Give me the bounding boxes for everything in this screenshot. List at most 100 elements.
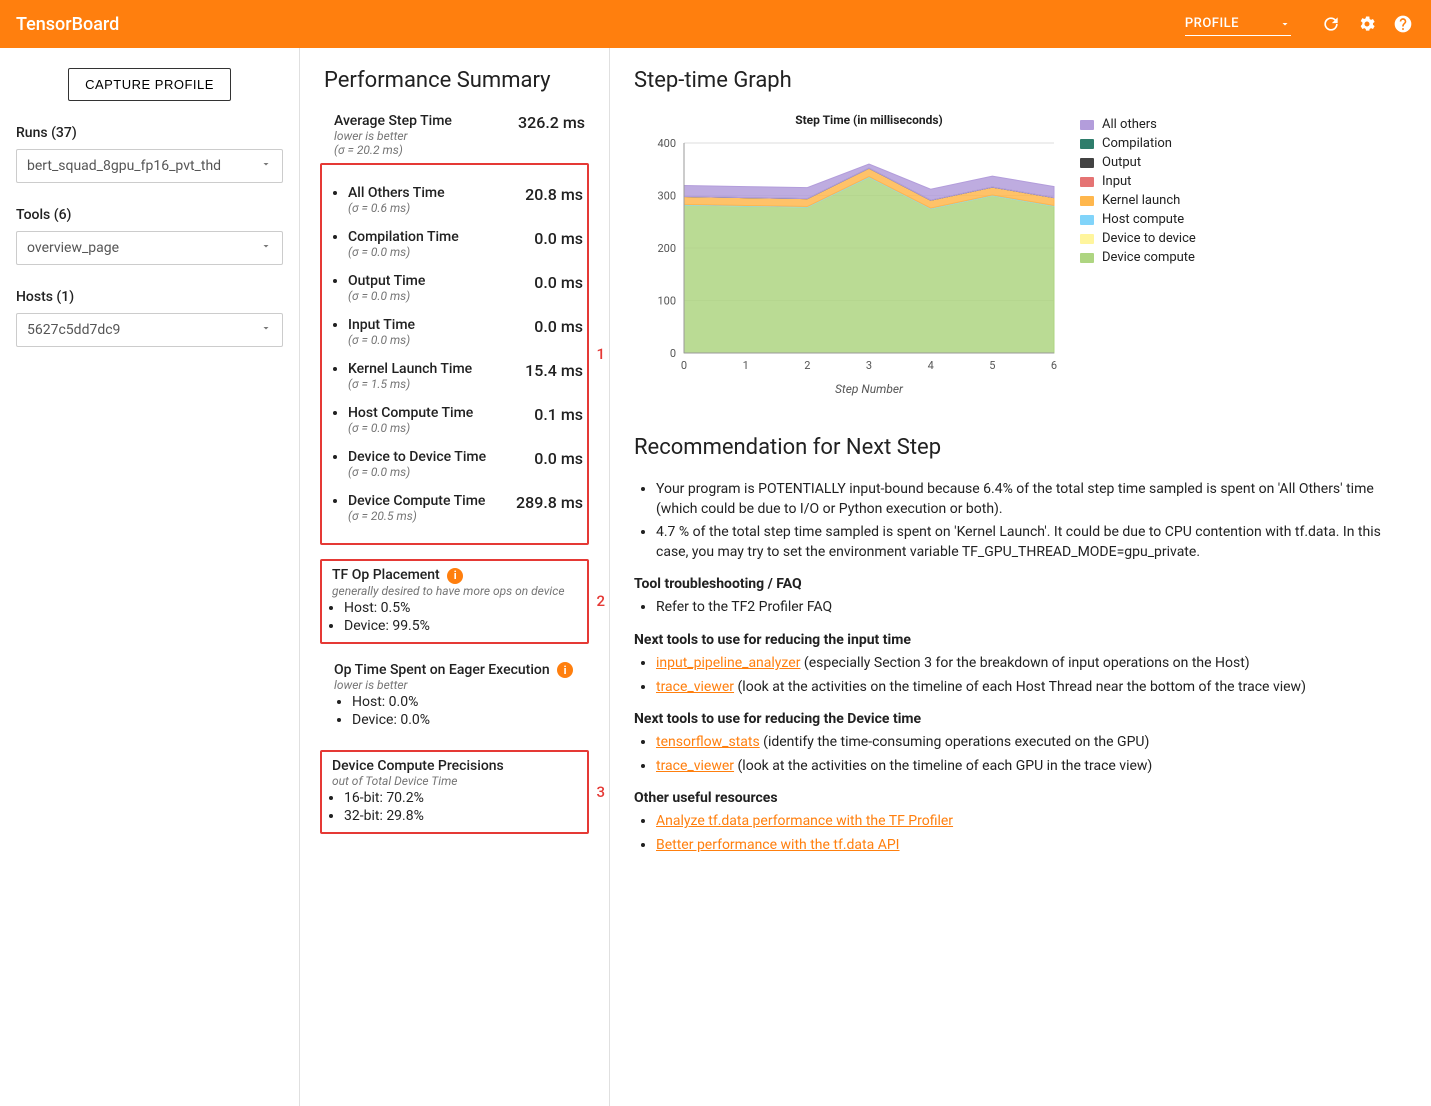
chevron-down-icon (260, 240, 272, 256)
other-heading: Other useful resources (634, 790, 1407, 806)
list-item: 32-bit: 29.8% (344, 808, 583, 824)
eager-sub: lower is better (334, 678, 585, 692)
legend-item: Input (1080, 174, 1196, 189)
list-item: input_pipeline_analyzer (especially Sect… (656, 654, 1407, 674)
tools-select[interactable]: overview_page (16, 231, 283, 265)
op-placement-title: TF Op Placement (332, 567, 440, 583)
svg-text:1: 1 (743, 359, 749, 372)
tool-link[interactable]: tensorflow_stats (656, 734, 760, 750)
sidebar: CAPTURE PROFILE Runs (37) bert_squad_8gp… (0, 48, 300, 1106)
svg-text:5: 5 (989, 359, 995, 372)
tools-select-value: overview_page (27, 240, 119, 256)
legend-item: Device compute (1080, 250, 1196, 265)
legend-item: Output (1080, 155, 1196, 170)
precisions-list: 16-bit: 70.2% 32-bit: 29.8% (326, 790, 583, 824)
list-item: 4.7 % of the total step time sampled is … (656, 523, 1407, 562)
legend-item: Kernel launch (1080, 193, 1196, 208)
svg-text:0: 0 (681, 359, 687, 372)
rec-bullets: Your program is POTENTIALLY input-bound … (634, 480, 1407, 562)
tool-link[interactable]: input_pipeline_analyzer (656, 655, 800, 671)
list-item: Your program is POTENTIALLY input-bound … (656, 480, 1407, 519)
avg-label: Average Step Time (334, 113, 452, 129)
chart-legend: All others Compilation Output Input Kernel l… (1080, 113, 1196, 407)
timing-item: Device to Device Time(σ = 0.0 ms)0.0 ms (348, 449, 583, 479)
app-title: TensorBoard (16, 14, 119, 35)
legend-item: Host compute (1080, 212, 1196, 227)
tool-link[interactable]: Better performance with the tf.data API (656, 837, 900, 853)
timing-item: Host Compute Time(σ = 0.0 ms)0.1 ms (348, 405, 583, 435)
legend-item: All others (1080, 117, 1196, 132)
list-item: Host: 0.0% (352, 694, 585, 710)
list-item: trace_viewer (look at the activities on … (656, 757, 1407, 777)
step-time-chart: 01002003004000123456Step Number (634, 133, 1064, 403)
mode-select-value: PROFILE (1185, 16, 1239, 31)
gear-icon[interactable] (1355, 12, 1379, 36)
chart-wrap: Step Time (in milliseconds) 010020030040… (634, 113, 1407, 407)
hosts-select[interactable]: 5627c5dd7dc9 (16, 313, 283, 347)
hosts-label: Hosts (1) (16, 289, 283, 305)
timing-item: Kernel Launch Time(σ = 1.5 ms)15.4 ms (348, 361, 583, 391)
svg-text:Step Number: Step Number (835, 382, 904, 396)
app-header: TensorBoard PROFILE (0, 0, 1431, 48)
info-icon[interactable]: i (557, 662, 573, 678)
refresh-icon[interactable] (1319, 12, 1343, 36)
svg-text:400: 400 (657, 137, 676, 150)
list-item: Device: 99.5% (344, 618, 583, 634)
timing-item: Output Time(σ = 0.0 ms)0.0 ms (348, 273, 583, 303)
chevron-down-icon (260, 322, 272, 338)
avg-sub: lower is better (σ = 20.2 ms) (334, 129, 452, 157)
avg-step-time: Average Step Time lower is better (σ = 2… (324, 113, 585, 157)
mode-select[interactable]: PROFILE (1185, 12, 1291, 36)
graph-title: Step-time Graph (634, 68, 1407, 93)
list-item: Better performance with the tf.data API (656, 836, 1407, 856)
svg-text:100: 100 (657, 295, 676, 308)
content: Performance Summary Average Step Time lo… (300, 48, 1431, 1106)
precisions-box: 3 Device Compute Precisions out of Total… (320, 750, 589, 834)
chart: Step Time (in milliseconds) 010020030040… (634, 113, 1064, 407)
eager-title: Op Time Spent on Eager Execution (334, 662, 550, 678)
svg-text:300: 300 (657, 190, 676, 203)
list-item: 16-bit: 70.2% (344, 790, 583, 806)
runs-select[interactable]: bert_squad_8gpu_fp16_pvt_thd (16, 149, 283, 183)
help-icon[interactable] (1391, 12, 1415, 36)
precisions-title: Device Compute Precisions (332, 758, 583, 774)
info-icon[interactable]: i (447, 568, 463, 584)
timing-item: Device Compute Time(σ = 20.5 ms)289.8 ms (348, 493, 583, 523)
timing-list: All Others Time(σ = 0.6 ms)20.8 msCompil… (326, 185, 583, 523)
annotation-1: 1 (596, 345, 605, 363)
list-item: Refer to the TF2 Profiler FAQ (656, 598, 1407, 618)
capture-profile-button[interactable]: CAPTURE PROFILE (68, 68, 231, 101)
legend-item: Device to device (1080, 231, 1196, 246)
tool-link[interactable]: trace_viewer (656, 758, 734, 774)
svg-text:2: 2 (804, 359, 810, 372)
op-placement-list: Host: 0.5% Device: 99.5% (326, 600, 583, 634)
list-item: Device: 0.0% (352, 712, 585, 728)
timing-item: Compilation Time(σ = 0.0 ms)0.0 ms (348, 229, 583, 259)
recommendation-block: Recommendation for Next Step Your progra… (634, 435, 1407, 856)
timing-breakdown-box: 1 All Others Time(σ = 0.6 ms)20.8 msComp… (320, 163, 589, 545)
list-item: Host: 0.5% (344, 600, 583, 616)
hosts-select-value: 5627c5dd7dc9 (27, 322, 120, 338)
tools-label: Tools (6) (16, 207, 283, 223)
precisions-sub: out of Total Device Time (332, 774, 583, 788)
input-heading: Next tools to use for reducing the input… (634, 632, 1407, 648)
device-heading: Next tools to use for reducing the Devic… (634, 711, 1407, 727)
annotation-3: 3 (596, 783, 605, 801)
avg-val: 326.2 ms (518, 113, 585, 132)
legend-item: Compilation (1080, 136, 1196, 151)
svg-text:200: 200 (657, 242, 676, 255)
tool-link[interactable]: trace_viewer (656, 679, 734, 695)
svg-text:4: 4 (928, 359, 934, 372)
runs-label: Runs (37) (16, 125, 283, 141)
device-tools-list: tensorflow_stats (identify the time-cons… (634, 733, 1407, 776)
tool-link[interactable]: Analyze tf.data performance with the TF … (656, 813, 953, 829)
faq-heading: Tool troubleshooting / FAQ (634, 576, 1407, 592)
chevron-down-icon (1279, 18, 1291, 30)
list-item: trace_viewer (look at the activities on … (656, 678, 1407, 698)
svg-text:6: 6 (1051, 359, 1057, 372)
runs-select-value: bert_squad_8gpu_fp16_pvt_thd (27, 158, 221, 174)
performance-summary-column: Performance Summary Average Step Time lo… (300, 48, 610, 1106)
annotation-2: 2 (596, 592, 605, 610)
svg-text:0: 0 (670, 347, 676, 360)
perf-title: Performance Summary (324, 68, 585, 93)
